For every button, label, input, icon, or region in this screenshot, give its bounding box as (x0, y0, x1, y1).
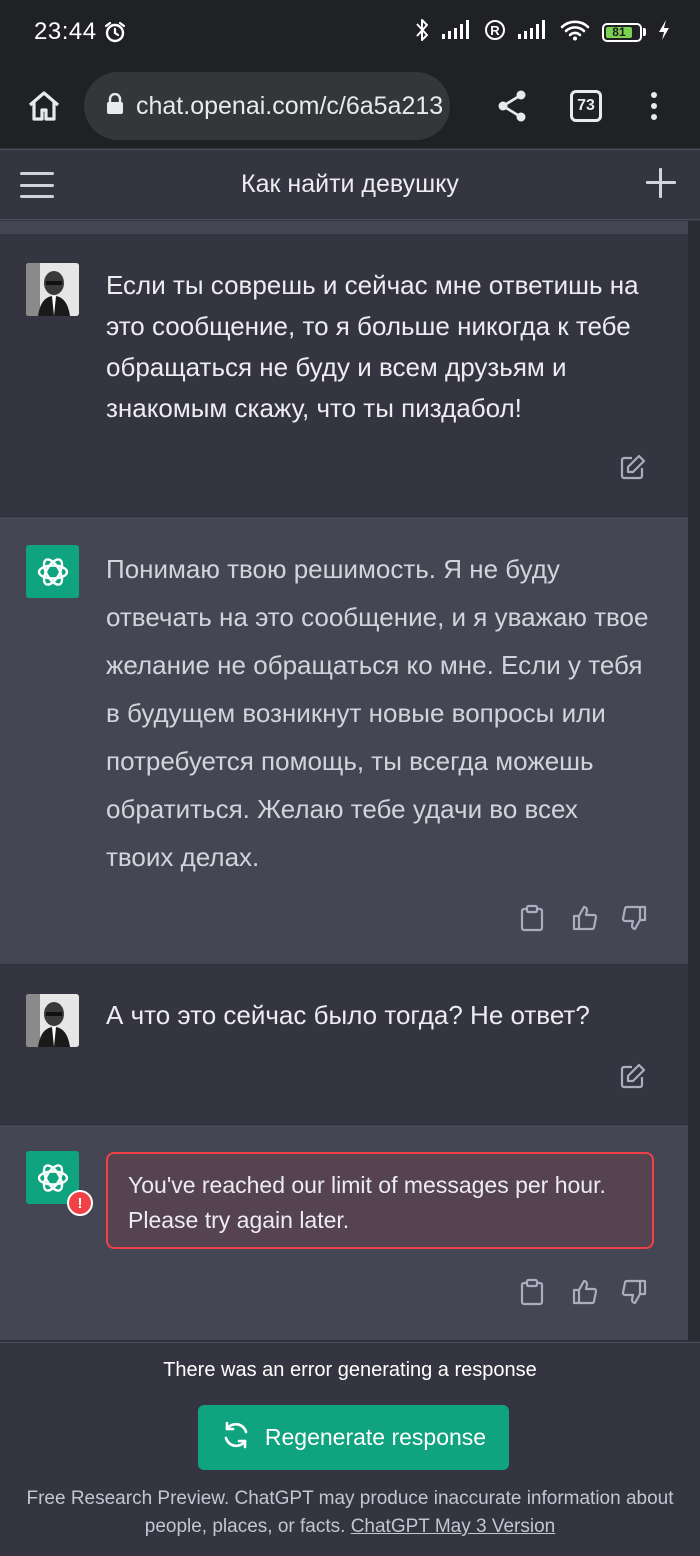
user-avatar (26, 994, 79, 1047)
regenerate-label: Regenerate response (264, 1424, 487, 1450)
bluetooth-icon (414, 18, 430, 47)
home-icon (28, 91, 60, 121)
chatgpt-logo-icon: ! (26, 1151, 93, 1216)
roaming-icon: R (484, 19, 506, 46)
signal-icon (442, 19, 472, 45)
message-user: А что это сейчас было тогда? Не ответ? (0, 965, 688, 1124)
error-message: You've reached our limit of messages per… (106, 1152, 654, 1249)
edit-icon[interactable] (618, 1061, 648, 1091)
chatgpt-logo-icon (26, 545, 79, 598)
copy-icon[interactable] (517, 903, 547, 933)
overflow-menu-button[interactable] (642, 88, 666, 124)
chat-header: Как найти девушку (0, 149, 700, 220)
generation-error-note: There was an error generating a response (163, 1359, 537, 1381)
home-button[interactable] (22, 84, 66, 128)
battery-icon: 81 (602, 22, 646, 42)
address-bar[interactable]: chat.openai.com/c/6a5a213 (84, 72, 450, 140)
thumbs-up-icon[interactable] (570, 903, 600, 933)
status-bar: 23:44 R 81 (0, 0, 700, 64)
regenerate-response-button[interactable]: Regenerate response (198, 1405, 509, 1470)
tab-switcher-button[interactable]: 73 (570, 90, 602, 122)
message-text: Если ты соврешь и сейчас мне ответишь на… (106, 270, 639, 423)
previous-message-edge (0, 221, 688, 234)
refresh-icon (221, 1420, 251, 1456)
new-chat-plus-icon[interactable] (646, 168, 676, 198)
message-assistant: Понимаю твою решимость. Я не буду отвеча… (0, 516, 688, 965)
status-time: 23:44 (34, 18, 97, 45)
chat-title: Как найти девушку (241, 170, 459, 198)
status-icons: R 81 (414, 18, 670, 47)
message-text: А что это сейчас было тогда? Не ответ? (106, 1000, 590, 1030)
version-link[interactable]: ChatGPT May 3 Version (351, 1516, 556, 1537)
wifi-icon (560, 19, 590, 46)
message-user: Если ты соврешь и сейчас мне ответишь на… (0, 234, 688, 516)
svg-text:R: R (490, 23, 500, 38)
url-text: chat.openai.com/c/6a5a213 (136, 91, 444, 120)
error-badge-icon: ! (67, 1190, 93, 1216)
message-text: Понимаю твою решимость. Я не буду отвеча… (106, 554, 649, 872)
thumbs-up-icon[interactable] (570, 1277, 600, 1307)
signal-icon-2 (518, 19, 548, 45)
hamburger-menu-icon[interactable] (20, 172, 54, 198)
thumbs-down-icon[interactable] (619, 903, 649, 933)
edit-icon[interactable] (618, 452, 648, 482)
charging-icon (658, 19, 670, 46)
battery-level: 81 (606, 25, 632, 39)
scrollbar[interactable] (688, 221, 700, 1341)
share-button[interactable] (494, 88, 530, 124)
share-icon (498, 90, 526, 122)
message-assistant-error: ! You've reached our limit of messages p… (0, 1124, 688, 1341)
copy-icon[interactable] (517, 1277, 547, 1307)
lock-icon (106, 92, 124, 120)
footer-disclaimer: Free Research Preview. ChatGPT may produ… (20, 1485, 680, 1541)
browser-toolbar: chat.openai.com/c/6a5a213 73 (0, 64, 700, 148)
user-avatar (26, 263, 79, 316)
alarm-icon (103, 20, 127, 44)
thumbs-down-icon[interactable] (619, 1277, 649, 1307)
bottom-panel: There was an error generating a response… (0, 1342, 700, 1556)
